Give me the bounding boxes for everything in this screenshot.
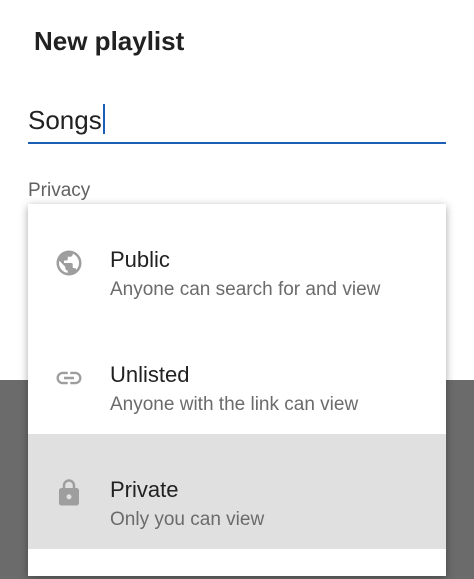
option-title: Unlisted — [110, 362, 190, 387]
dialog-title: New playlist — [34, 26, 185, 56]
privacy-dropdown-menu: Public Anyone can search for and view Un… — [28, 204, 446, 576]
option-title: Public — [110, 247, 170, 272]
lock-icon — [59, 479, 79, 506]
globe-icon — [56, 250, 82, 276]
option-title: Private — [110, 477, 179, 502]
playlist-name-input[interactable]: Songs — [28, 100, 446, 144]
privacy-option-private[interactable]: Private Only you can view — [28, 434, 446, 549]
link-icon — [56, 371, 82, 385]
text-cursor — [102, 104, 105, 134]
option-subtitle: Anyone can search for and view — [110, 279, 381, 300]
privacy-option-unlisted[interactable]: Unlisted Anyone with the link can view — [28, 319, 446, 434]
privacy-option-public[interactable]: Public Anyone can search for and view — [28, 204, 446, 319]
privacy-label: Privacy — [28, 180, 91, 201]
option-subtitle: Anyone with the link can view — [110, 394, 359, 415]
playlist-name-value: Songs — [28, 105, 102, 135]
option-subtitle: Only you can view — [110, 509, 265, 530]
